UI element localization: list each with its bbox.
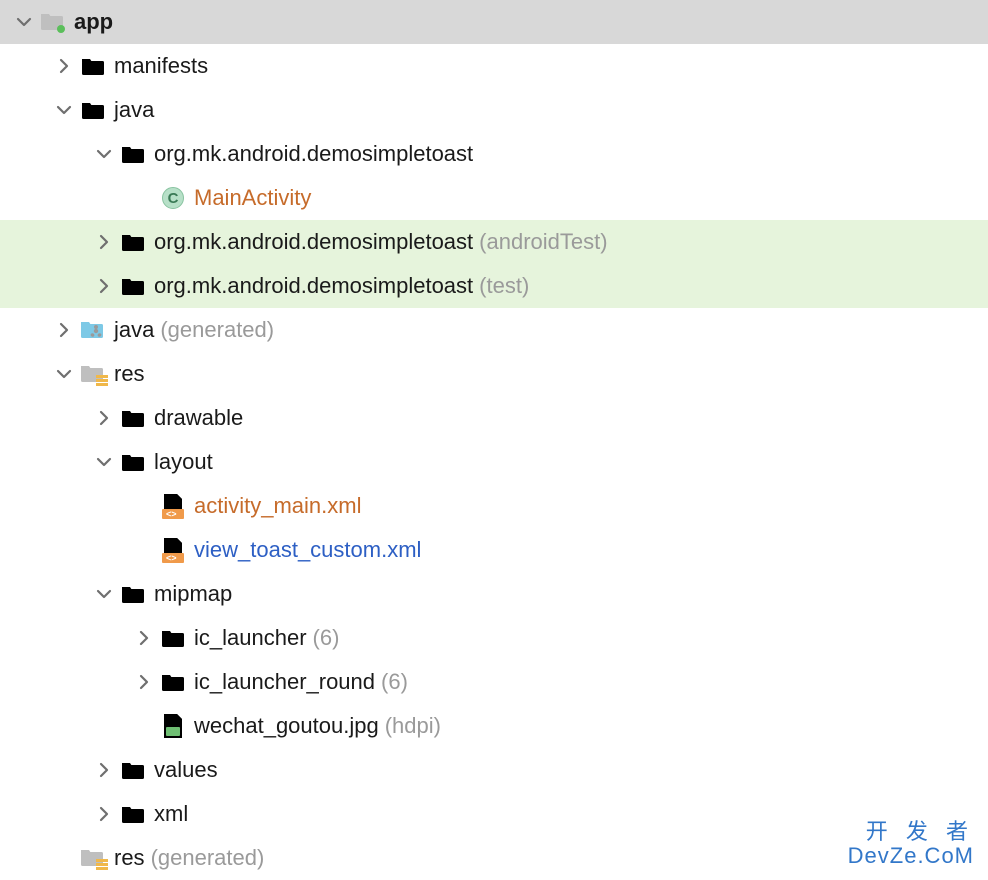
chevron-right-icon[interactable] — [50, 322, 78, 338]
tree-item-activity-main-xml[interactable]: <> activity_main.xml — [0, 484, 988, 528]
tree-item-manifests[interactable]: manifests — [0, 44, 988, 88]
tree-item-package-androidtest[interactable]: org.mk.android.demosimpletoast (androidT… — [0, 220, 988, 264]
tree-item-app[interactable]: app — [0, 0, 988, 44]
tree-item-label: activity_main.xml — [194, 493, 361, 519]
chevron-down-icon[interactable] — [90, 586, 118, 602]
folder-icon — [118, 804, 148, 824]
project-tree: app manifests java org.mk.android.demosi… — [0, 0, 988, 880]
resource-folder-icon — [78, 363, 108, 385]
tree-item-layout[interactable]: layout — [0, 440, 988, 484]
tree-item-label: layout — [154, 449, 213, 475]
tree-item-java[interactable]: java — [0, 88, 988, 132]
chevron-down-icon[interactable] — [90, 454, 118, 470]
folder-icon — [158, 672, 188, 692]
tree-item-package[interactable]: org.mk.android.demosimpletoast — [0, 132, 988, 176]
tree-item-suffix: (6) — [381, 669, 408, 695]
watermark-line1: 开 发 者 — [848, 820, 974, 844]
tree-item-label: xml — [154, 801, 188, 827]
tree-item-label: wechat_goutou.jpg — [194, 713, 379, 739]
tree-item-label: res — [114, 361, 145, 387]
tree-item-label: values — [154, 757, 218, 783]
tree-item-label: org.mk.android.demosimpletoast — [154, 273, 473, 299]
tree-item-wechat-goutou-jpg[interactable]: wechat_goutou.jpg (hdpi) — [0, 704, 988, 748]
chevron-right-icon[interactable] — [90, 234, 118, 250]
module-icon — [38, 11, 68, 33]
tree-item-xml[interactable]: xml — [0, 792, 988, 836]
tree-item-label: view_toast_custom.xml — [194, 537, 421, 563]
tree-item-package-test[interactable]: org.mk.android.demosimpletoast (test) — [0, 264, 988, 308]
tree-item-label: app — [74, 9, 113, 35]
tree-item-drawable[interactable]: drawable — [0, 396, 988, 440]
package-icon — [118, 232, 148, 252]
watermark: 开 发 者 DevZe.CoM — [848, 820, 974, 868]
tree-item-suffix: (generated) — [160, 317, 274, 343]
chevron-down-icon[interactable] — [10, 14, 38, 30]
class-icon: C — [158, 187, 188, 209]
resource-folder-icon — [78, 847, 108, 869]
tree-item-suffix: (hdpi) — [385, 713, 441, 739]
generated-folder-icon — [78, 319, 108, 341]
folder-icon — [118, 452, 148, 472]
tree-item-label: mipmap — [154, 581, 232, 607]
tree-item-label: java — [114, 97, 154, 123]
tree-item-label: ic_launcher — [194, 625, 307, 651]
xml-file-icon: <> — [158, 537, 188, 563]
chevron-right-icon[interactable] — [130, 630, 158, 646]
tree-item-label: java — [114, 317, 154, 343]
tree-item-view-toast-custom-xml[interactable]: <> view_toast_custom.xml — [0, 528, 988, 572]
chevron-down-icon[interactable] — [50, 102, 78, 118]
xml-file-icon: <> — [158, 493, 188, 519]
folder-icon — [78, 100, 108, 120]
chevron-right-icon[interactable] — [90, 278, 118, 294]
package-icon — [118, 276, 148, 296]
tree-item-ic-launcher[interactable]: ic_launcher (6) — [0, 616, 988, 660]
tree-item-res[interactable]: res — [0, 352, 988, 396]
tree-item-label: ic_launcher_round — [194, 669, 375, 695]
tree-item-suffix: (androidTest) — [479, 229, 607, 255]
tree-item-suffix: (test) — [479, 273, 529, 299]
folder-icon — [158, 628, 188, 648]
chevron-right-icon[interactable] — [90, 410, 118, 426]
chevron-down-icon[interactable] — [50, 366, 78, 382]
tree-item-suffix: (generated) — [151, 845, 265, 871]
tree-item-label: org.mk.android.demosimpletoast — [154, 229, 473, 255]
chevron-right-icon[interactable] — [130, 674, 158, 690]
svg-text:<>: <> — [166, 509, 177, 519]
image-file-icon — [158, 713, 188, 739]
tree-item-values[interactable]: values — [0, 748, 988, 792]
tree-item-mipmap[interactable]: mipmap — [0, 572, 988, 616]
tree-item-ic-launcher-round[interactable]: ic_launcher_round (6) — [0, 660, 988, 704]
chevron-down-icon[interactable] — [90, 146, 118, 162]
watermark-line2: DevZe.CoM — [848, 844, 974, 868]
tree-item-java-generated[interactable]: java (generated) — [0, 308, 988, 352]
tree-item-main-activity[interactable]: C MainActivity — [0, 176, 988, 220]
tree-item-label: res — [114, 845, 145, 871]
tree-item-suffix: (6) — [313, 625, 340, 651]
svg-text:<>: <> — [166, 553, 177, 563]
package-icon — [118, 144, 148, 164]
folder-icon — [118, 760, 148, 780]
folder-icon — [118, 408, 148, 428]
chevron-right-icon[interactable] — [90, 762, 118, 778]
tree-item-res-generated[interactable]: res (generated) — [0, 836, 988, 880]
folder-icon — [78, 56, 108, 76]
chevron-right-icon[interactable] — [50, 58, 78, 74]
chevron-right-icon[interactable] — [90, 806, 118, 822]
tree-item-label: drawable — [154, 405, 243, 431]
tree-item-label: manifests — [114, 53, 208, 79]
tree-item-label: MainActivity — [194, 185, 311, 211]
folder-icon — [118, 584, 148, 604]
tree-item-label: org.mk.android.demosimpletoast — [154, 141, 473, 167]
